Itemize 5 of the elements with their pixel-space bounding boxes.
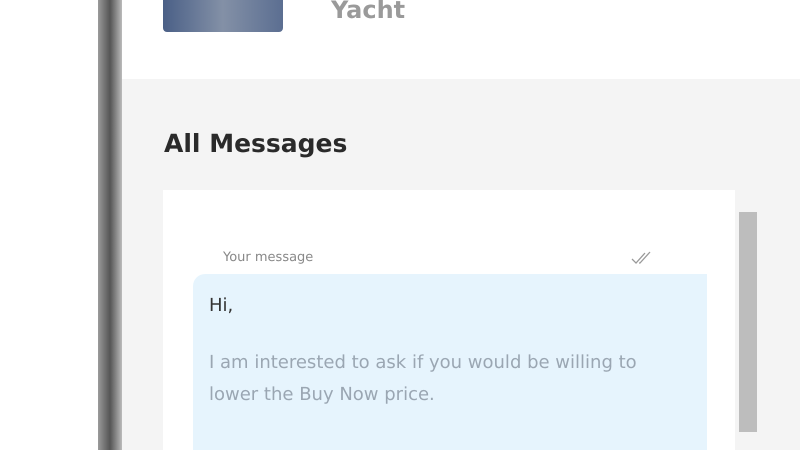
page-heading: All Messages (164, 128, 348, 160)
message-text: Hi, (209, 294, 234, 318)
message-label: Your message (223, 249, 314, 267)
listing-title: Yacht (331, 0, 406, 26)
message-text: I am interested to ask if you would be willing to lower the Buy Now price. (209, 350, 638, 406)
